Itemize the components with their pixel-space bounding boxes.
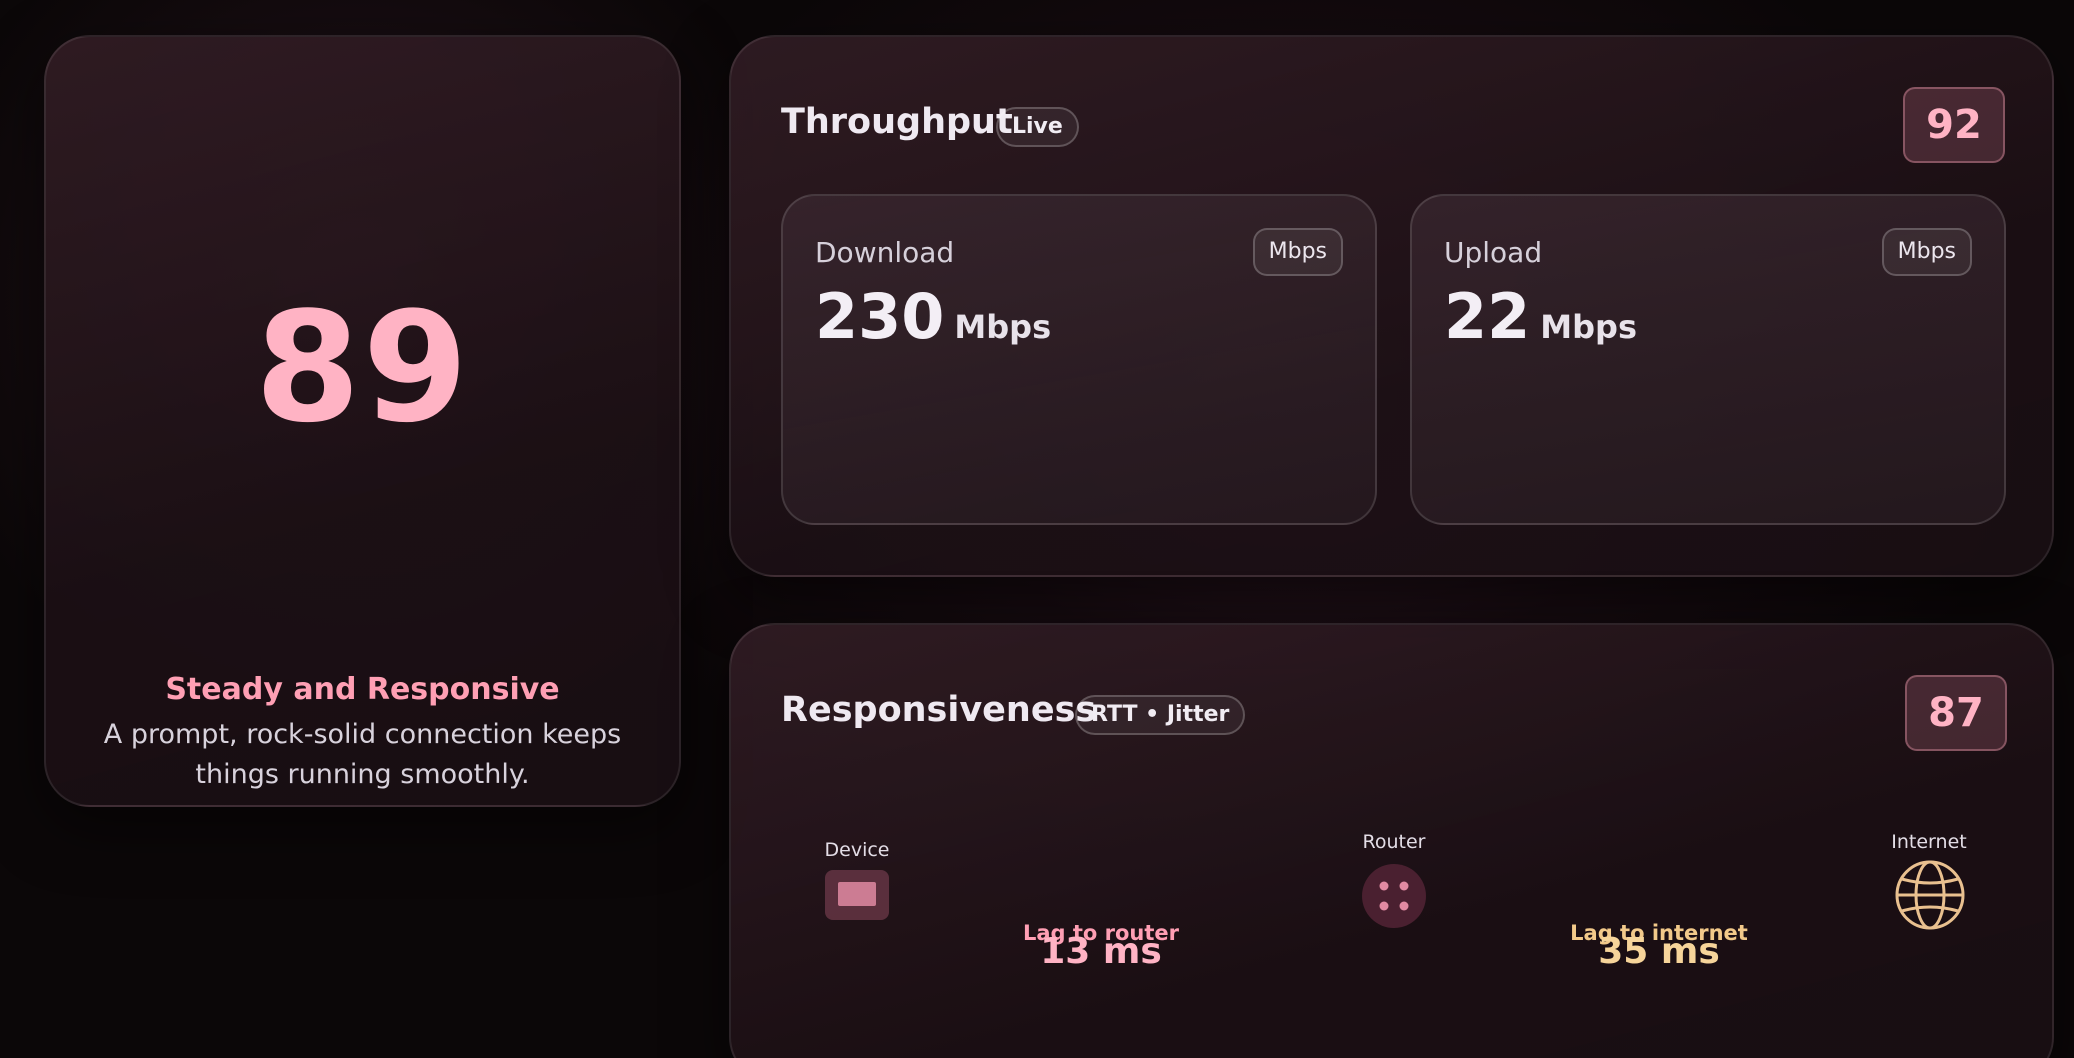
router-icon	[1361, 863, 1427, 929]
download-panel: Download Mbps 230 Mbps	[781, 194, 1377, 525]
download-label: Download	[815, 236, 955, 269]
responsiveness-score-badge: 87	[1905, 675, 2007, 751]
globe-icon	[1894, 859, 1966, 931]
upload-panel: Upload Mbps 22 Mbps	[1410, 194, 2006, 525]
score-headline: Steady and Responsive	[165, 672, 560, 707]
download-unit-pill[interactable]: Mbps	[1252, 228, 1343, 276]
upload-value: 22 Mbps	[1444, 280, 1637, 353]
throughput-card: Throughput Live 92 Download Mbps 230 Mbps…	[729, 35, 2054, 577]
overall-score: 89	[254, 279, 471, 456]
upload-number: 22	[1444, 280, 1531, 353]
score-description: A prompt, rock-solid connection keeps th…	[103, 719, 622, 790]
download-unit: Mbps	[954, 308, 1052, 346]
router-lag-value: 13 ms	[1040, 931, 1162, 972]
device-label: Device	[824, 839, 890, 861]
internet-lag-value: 35 ms	[1598, 931, 1720, 972]
router-label: Router	[1362, 831, 1426, 853]
upload-unit-pill[interactable]: Mbps	[1881, 228, 1972, 276]
upload-unit: Mbps	[1540, 308, 1637, 346]
download-value: 230 Mbps	[815, 280, 1051, 353]
device-icon	[825, 870, 889, 920]
throughput-score-badge: 92	[1903, 87, 2005, 163]
responsiveness-card: Responsiveness RTT • Jitter 87 Device Ro…	[729, 623, 2054, 1058]
download-number: 230	[815, 280, 945, 353]
score-card: 89 Steady and Responsive A prompt, rock-…	[44, 35, 681, 807]
rtt-jitter-tag: RTT • Jitter	[1075, 695, 1246, 735]
throughput-title: Throughput	[781, 102, 1013, 142]
internet-label: Internet	[1891, 831, 1967, 853]
upload-label: Upload	[1444, 236, 1543, 269]
responsiveness-title: Responsiveness	[781, 690, 1097, 730]
live-tag: Live	[996, 107, 1079, 147]
